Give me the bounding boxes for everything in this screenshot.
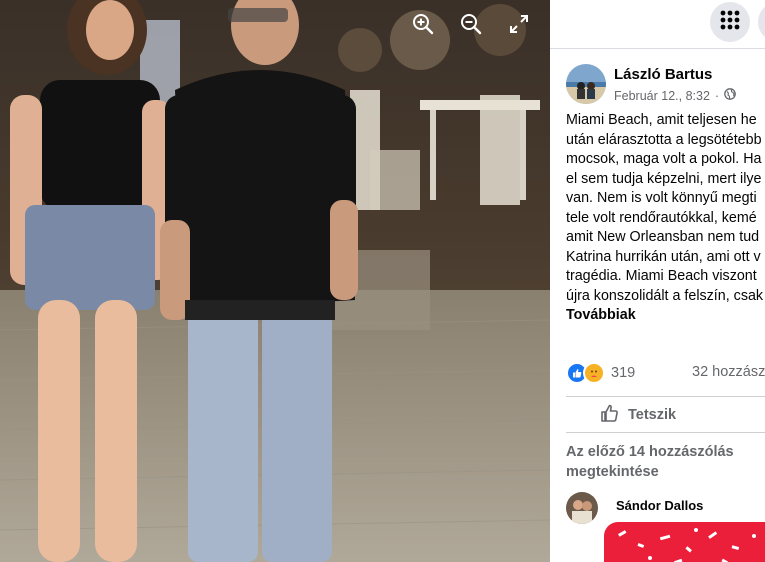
care-reaction-icon	[583, 362, 605, 384]
view-previous-comments[interactable]: Az előző 14 hozzászólás megtekintése	[566, 442, 756, 482]
divider	[566, 432, 765, 433]
post-text-line: Miami Beach, amit teljesen he	[566, 112, 757, 128]
author-avatar[interactable]	[566, 64, 606, 104]
zoom-in-icon	[412, 13, 434, 35]
post-meta: Február 12., 8:32 ·	[614, 88, 736, 103]
post-text: Miami Beach, amit teljesen he után elára…	[566, 111, 765, 326]
like-label: Tetszik	[628, 407, 677, 423]
thumbs-up-icon	[600, 403, 620, 427]
post-text-line: újra konszolidált a felszín, csak	[566, 287, 764, 304]
post-text-line: után elárasztotta a legsötétebb	[566, 131, 762, 148]
zoom-in-button[interactable]	[405, 6, 441, 42]
panel-header	[550, 0, 765, 49]
post-text-line: van. Nem is volt könnyű megti	[566, 190, 757, 206]
reactions-summary[interactable]: 319	[566, 362, 635, 384]
commenter-name[interactable]: Sándor Dallos	[616, 498, 703, 513]
post-text-line: tele volt rendőrautókkal, kemé	[566, 209, 757, 226]
zoom-out-button[interactable]	[453, 6, 489, 42]
post-text-line: mocsok, maga volt a pokol. Ha	[566, 151, 762, 167]
like-button[interactable]: Tetszik	[600, 398, 676, 432]
post-photo	[0, 0, 550, 562]
post-text-line: tragédia. Miami Beach viszont	[566, 268, 757, 284]
comment-count[interactable]: 32 hozzász	[692, 364, 765, 380]
see-more-link[interactable]: Továbbiak	[566, 307, 636, 323]
fullscreen-icon	[509, 14, 529, 34]
author-name[interactable]: László Bartus	[614, 66, 712, 83]
messenger-button[interactable]	[758, 2, 765, 42]
zoom-out-icon	[460, 13, 482, 35]
post-side-panel: László Bartus Február 12., 8:32 · Miami …	[550, 0, 765, 562]
menu-button[interactable]	[710, 2, 750, 42]
globe-icon	[724, 88, 736, 103]
commenter-avatar[interactable]	[566, 492, 598, 524]
post-text-line: amit New Orleansban nem tud	[566, 229, 760, 245]
comment-sticker	[604, 522, 765, 562]
reaction-count: 319	[611, 365, 636, 381]
photo-image	[0, 0, 550, 562]
fullscreen-button[interactable]	[501, 6, 537, 42]
post-date[interactable]: Február 12., 8:32	[614, 89, 710, 103]
meta-separator: ·	[714, 88, 720, 103]
grid-menu-icon	[720, 10, 740, 35]
post-text-line: el sem tudja képzelni, mert ilye	[566, 170, 762, 187]
divider	[566, 396, 765, 397]
post-text-line: Katrina hurrikán után, ami ott v	[566, 248, 761, 265]
